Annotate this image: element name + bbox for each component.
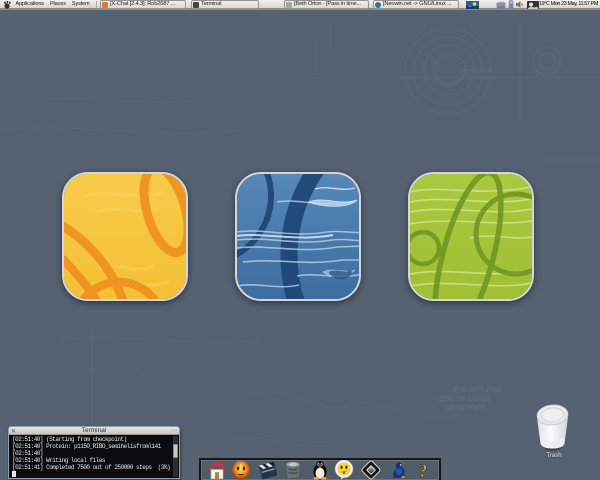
svg-text:ZEN OF LINUX: ZEN OF LINUX	[438, 394, 490, 403]
svg-text:THE ART AND: THE ART AND	[452, 385, 503, 394]
svg-text:DESKTOPS: DESKTOPS	[445, 403, 486, 412]
svg-text:?: ?	[418, 461, 427, 480]
